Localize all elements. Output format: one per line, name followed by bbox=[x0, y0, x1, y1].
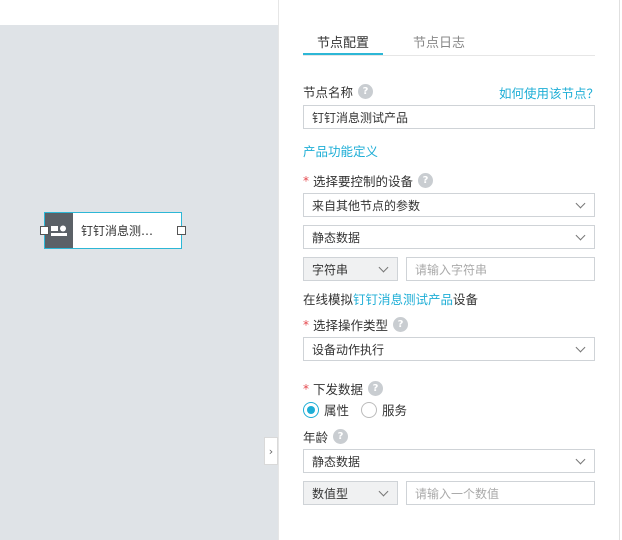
downlink-label-row: * 下发数据 ? bbox=[303, 379, 384, 398]
chevron-down-icon bbox=[378, 486, 389, 496]
chevron-down-icon bbox=[575, 198, 586, 208]
panel-collapse-handle[interactable]: › bbox=[264, 437, 278, 465]
device-data-select[interactable]: 静态数据 bbox=[303, 225, 595, 249]
age-type-value: 数值型 bbox=[312, 486, 349, 501]
simulate-text: 在线模拟 钉钉消息测试产品 设备 bbox=[303, 289, 478, 308]
tab-node-config[interactable]: 节点配置 bbox=[303, 26, 383, 55]
operation-label-row: * 选择操作类型 ? bbox=[303, 315, 409, 334]
node-input-port[interactable] bbox=[40, 226, 49, 235]
required-asterisk: * bbox=[303, 381, 309, 396]
device-label: 选择要控制的设备 bbox=[313, 174, 414, 189]
node-name-input[interactable]: 钉钉消息测试产品 bbox=[303, 105, 595, 129]
device-string-input[interactable]: 请输入字符串 bbox=[406, 257, 595, 281]
tab-node-log[interactable]: 节点日志 bbox=[399, 26, 479, 55]
panel-tabs: 节点配置 节点日志 bbox=[303, 26, 595, 56]
age-data-value: 静态数据 bbox=[312, 454, 361, 469]
device-node-icon bbox=[45, 213, 73, 248]
age-data-select[interactable]: 静态数据 bbox=[303, 449, 595, 473]
help-icon[interactable]: ? bbox=[358, 84, 374, 99]
device-source-value: 来自其他节点的参数 bbox=[312, 198, 421, 213]
chevron-down-icon bbox=[575, 454, 586, 464]
age-label: 年龄 bbox=[303, 430, 329, 445]
device-string-placeholder: 请输入字符串 bbox=[415, 262, 488, 277]
age-number-input[interactable]: 请输入一个数值 bbox=[406, 481, 595, 505]
help-icon[interactable]: ? bbox=[393, 317, 409, 332]
radio-service-label[interactable]: 服务 bbox=[382, 400, 407, 419]
config-panel: 节点配置 节点日志 节点名称 ? 如何使用该节点？ 钉钉消息测试产品 产品功能定… bbox=[278, 0, 622, 540]
radio-property[interactable] bbox=[303, 401, 319, 418]
required-asterisk: * bbox=[303, 173, 309, 188]
panel-scrollbar-edge bbox=[619, 0, 620, 540]
chevron-down-icon bbox=[575, 230, 586, 240]
required-asterisk: * bbox=[303, 317, 309, 332]
chevron-down-icon bbox=[575, 342, 586, 352]
device-type-select[interactable]: 字符串 bbox=[303, 257, 398, 281]
help-icon[interactable]: ? bbox=[368, 381, 384, 396]
help-icon[interactable]: ? bbox=[333, 429, 349, 444]
device-type-value: 字符串 bbox=[312, 262, 349, 277]
simulate-product-link[interactable]: 钉钉消息测试产品 bbox=[353, 289, 453, 308]
operation-type-value: 设备动作执行 bbox=[312, 342, 385, 357]
device-label-row: * 选择要控制的设备 ? bbox=[303, 171, 434, 190]
operation-label: 选择操作类型 bbox=[313, 318, 389, 333]
how-to-use-link[interactable]: 如何使用该节点？ bbox=[499, 83, 599, 102]
age-type-select[interactable]: 数值型 bbox=[303, 481, 398, 505]
node-name-label: 节点名称 bbox=[303, 85, 354, 100]
simulate-prefix: 在线模拟 bbox=[303, 292, 354, 307]
help-icon[interactable]: ? bbox=[418, 173, 434, 188]
radio-service[interactable] bbox=[361, 401, 378, 418]
device-source-select[interactable]: 来自其他节点的参数 bbox=[303, 193, 595, 217]
chevron-right-icon: › bbox=[268, 444, 274, 458]
flow-canvas[interactable]: 钉钉消息测… › bbox=[0, 0, 278, 540]
flow-node[interactable]: 钉钉消息测… bbox=[40, 212, 186, 249]
device-data-value: 静态数据 bbox=[312, 230, 361, 245]
canvas-toolbar-strip bbox=[0, 0, 278, 25]
age-label-row: 年龄 ? bbox=[303, 427, 349, 446]
product-function-definition-link[interactable]: 产品功能定义 bbox=[303, 141, 378, 160]
chevron-down-icon bbox=[378, 262, 389, 272]
node-label: 钉钉消息测… bbox=[81, 224, 154, 238]
node-name-label-row: 节点名称 ? bbox=[303, 82, 374, 101]
operation-type-select[interactable]: 设备动作执行 bbox=[303, 337, 595, 361]
radio-property-label[interactable]: 属性 bbox=[324, 400, 349, 419]
simulate-suffix: 设备 bbox=[453, 292, 479, 307]
downlink-radio-group: 属性 服务 bbox=[303, 400, 407, 419]
node-output-port[interactable] bbox=[177, 226, 186, 235]
age-number-placeholder: 请输入一个数值 bbox=[415, 486, 500, 501]
downlink-label: 下发数据 bbox=[313, 382, 364, 397]
node-name-value: 钉钉消息测试产品 bbox=[312, 110, 409, 125]
